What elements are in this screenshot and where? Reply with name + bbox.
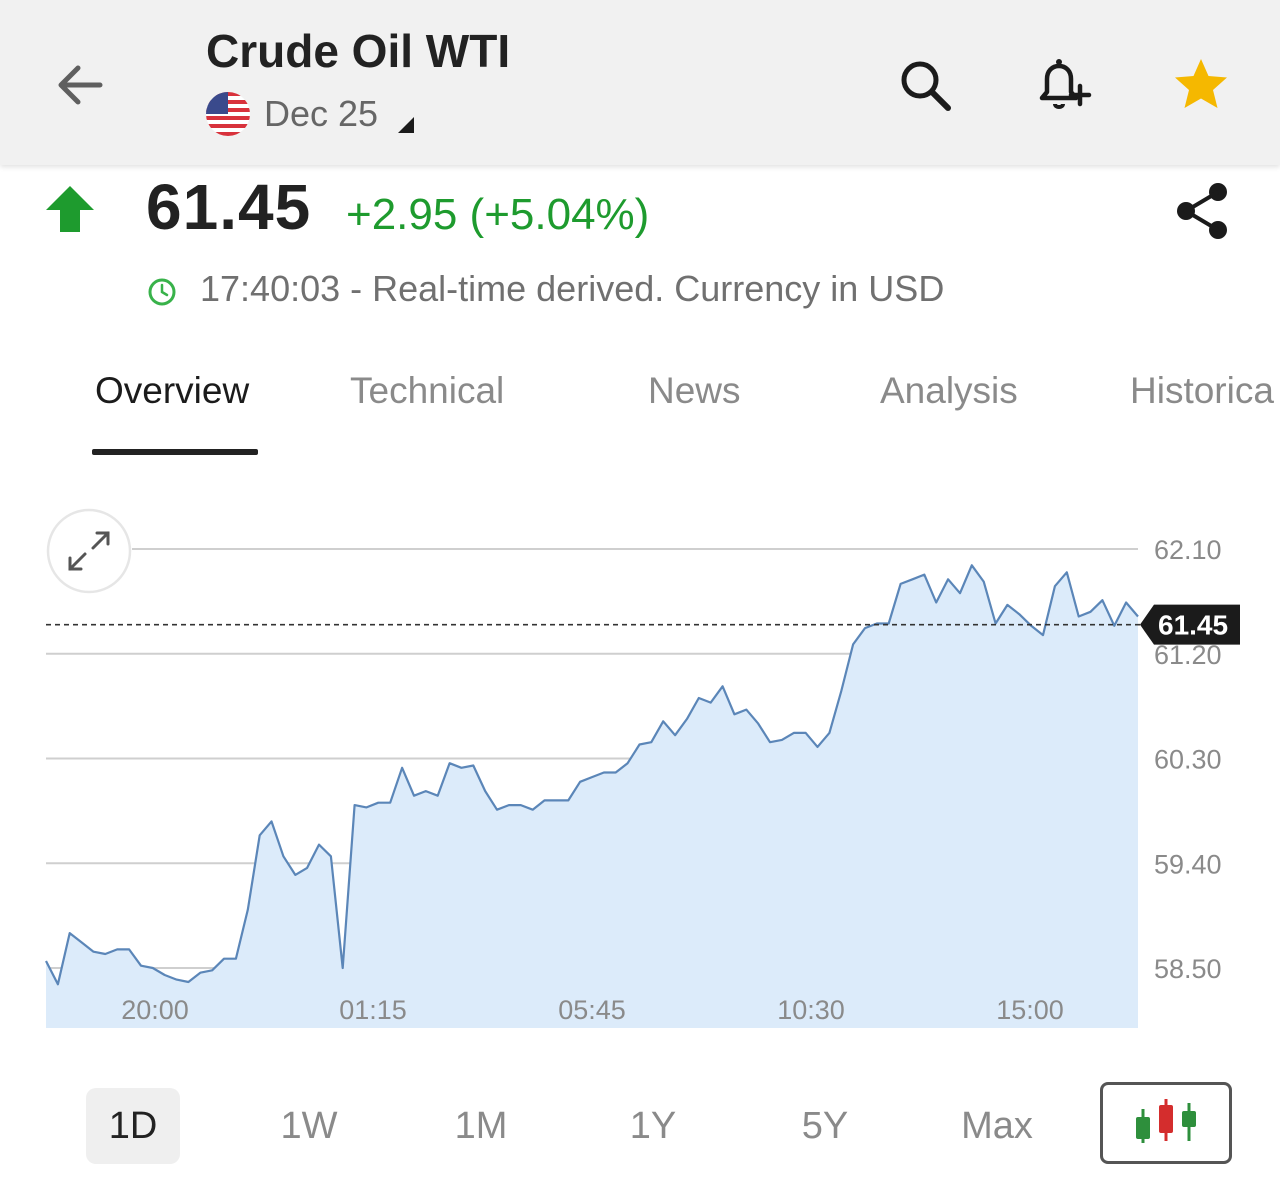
chart-area-fill — [46, 565, 1138, 1028]
x-tick-label: 05:45 — [558, 995, 626, 1025]
price-chart[interactable]: 62.1061.2060.3059.4058.50 20:00 01:15 05:4… — [0, 490, 1280, 1050]
range-1w[interactable]: 1W — [262, 1088, 356, 1164]
tab-news[interactable]: News — [648, 370, 741, 412]
range-1y[interactable]: 1Y — [606, 1088, 700, 1164]
candlestick-icon — [1136, 1099, 1196, 1143]
chart-type-button[interactable] — [1100, 1082, 1232, 1164]
range-1m[interactable]: 1M — [434, 1088, 528, 1164]
dropdown-caret-icon — [398, 117, 415, 133]
contract-label: Dec 25 — [264, 93, 379, 134]
current-price-label: 61.45 — [1158, 610, 1228, 641]
y-tick-label: 62.10 — [1154, 535, 1222, 565]
y-tick-label: 60.30 — [1154, 745, 1222, 775]
range-5y[interactable]: 5Y — [778, 1088, 872, 1164]
active-tab-indicator — [92, 449, 258, 455]
price-up-arrow-icon — [46, 186, 94, 232]
star-icon[interactable] — [1168, 52, 1234, 118]
tab-overview[interactable]: Overview — [95, 370, 249, 412]
app-header: Crude Oil WTI Dec 25 — [0, 0, 1280, 165]
instrument-title: Crude Oil WTI — [206, 25, 511, 77]
last-price: 61.45 — [146, 171, 312, 243]
range-1d[interactable]: 1D — [86, 1088, 180, 1164]
range-max[interactable]: Max — [950, 1088, 1044, 1164]
y-tick-label: 58.50 — [1154, 954, 1222, 984]
current-price-tag: 61.45 — [1140, 604, 1240, 645]
expand-chart-button[interactable] — [46, 508, 132, 594]
y-tick-label: 59.40 — [1154, 849, 1222, 879]
add-alert-icon[interactable] — [1028, 52, 1094, 118]
x-tick-label: 20:00 — [121, 995, 189, 1025]
tab-technical[interactable]: Technical — [350, 370, 504, 412]
share-icon[interactable] — [1172, 180, 1234, 242]
x-tick-label: 01:15 — [339, 995, 407, 1025]
back-arrow-icon[interactable] — [50, 55, 110, 115]
x-tick-label: 15:00 — [996, 995, 1064, 1025]
price-change: +2.95 (+5.04%) — [346, 190, 650, 239]
us-flag-icon — [206, 92, 250, 136]
tab-historical[interactable]: Historica — [1130, 370, 1274, 412]
tab-analysis[interactable]: Analysis — [880, 370, 1018, 412]
contract-selector[interactable]: Dec 25 — [206, 90, 418, 138]
search-icon[interactable] — [892, 52, 958, 118]
clock-icon — [148, 278, 176, 306]
quote-status: 17:40:03 - Real-time derived. Currency i… — [200, 268, 945, 309]
x-tick-label: 10:30 — [777, 995, 845, 1025]
